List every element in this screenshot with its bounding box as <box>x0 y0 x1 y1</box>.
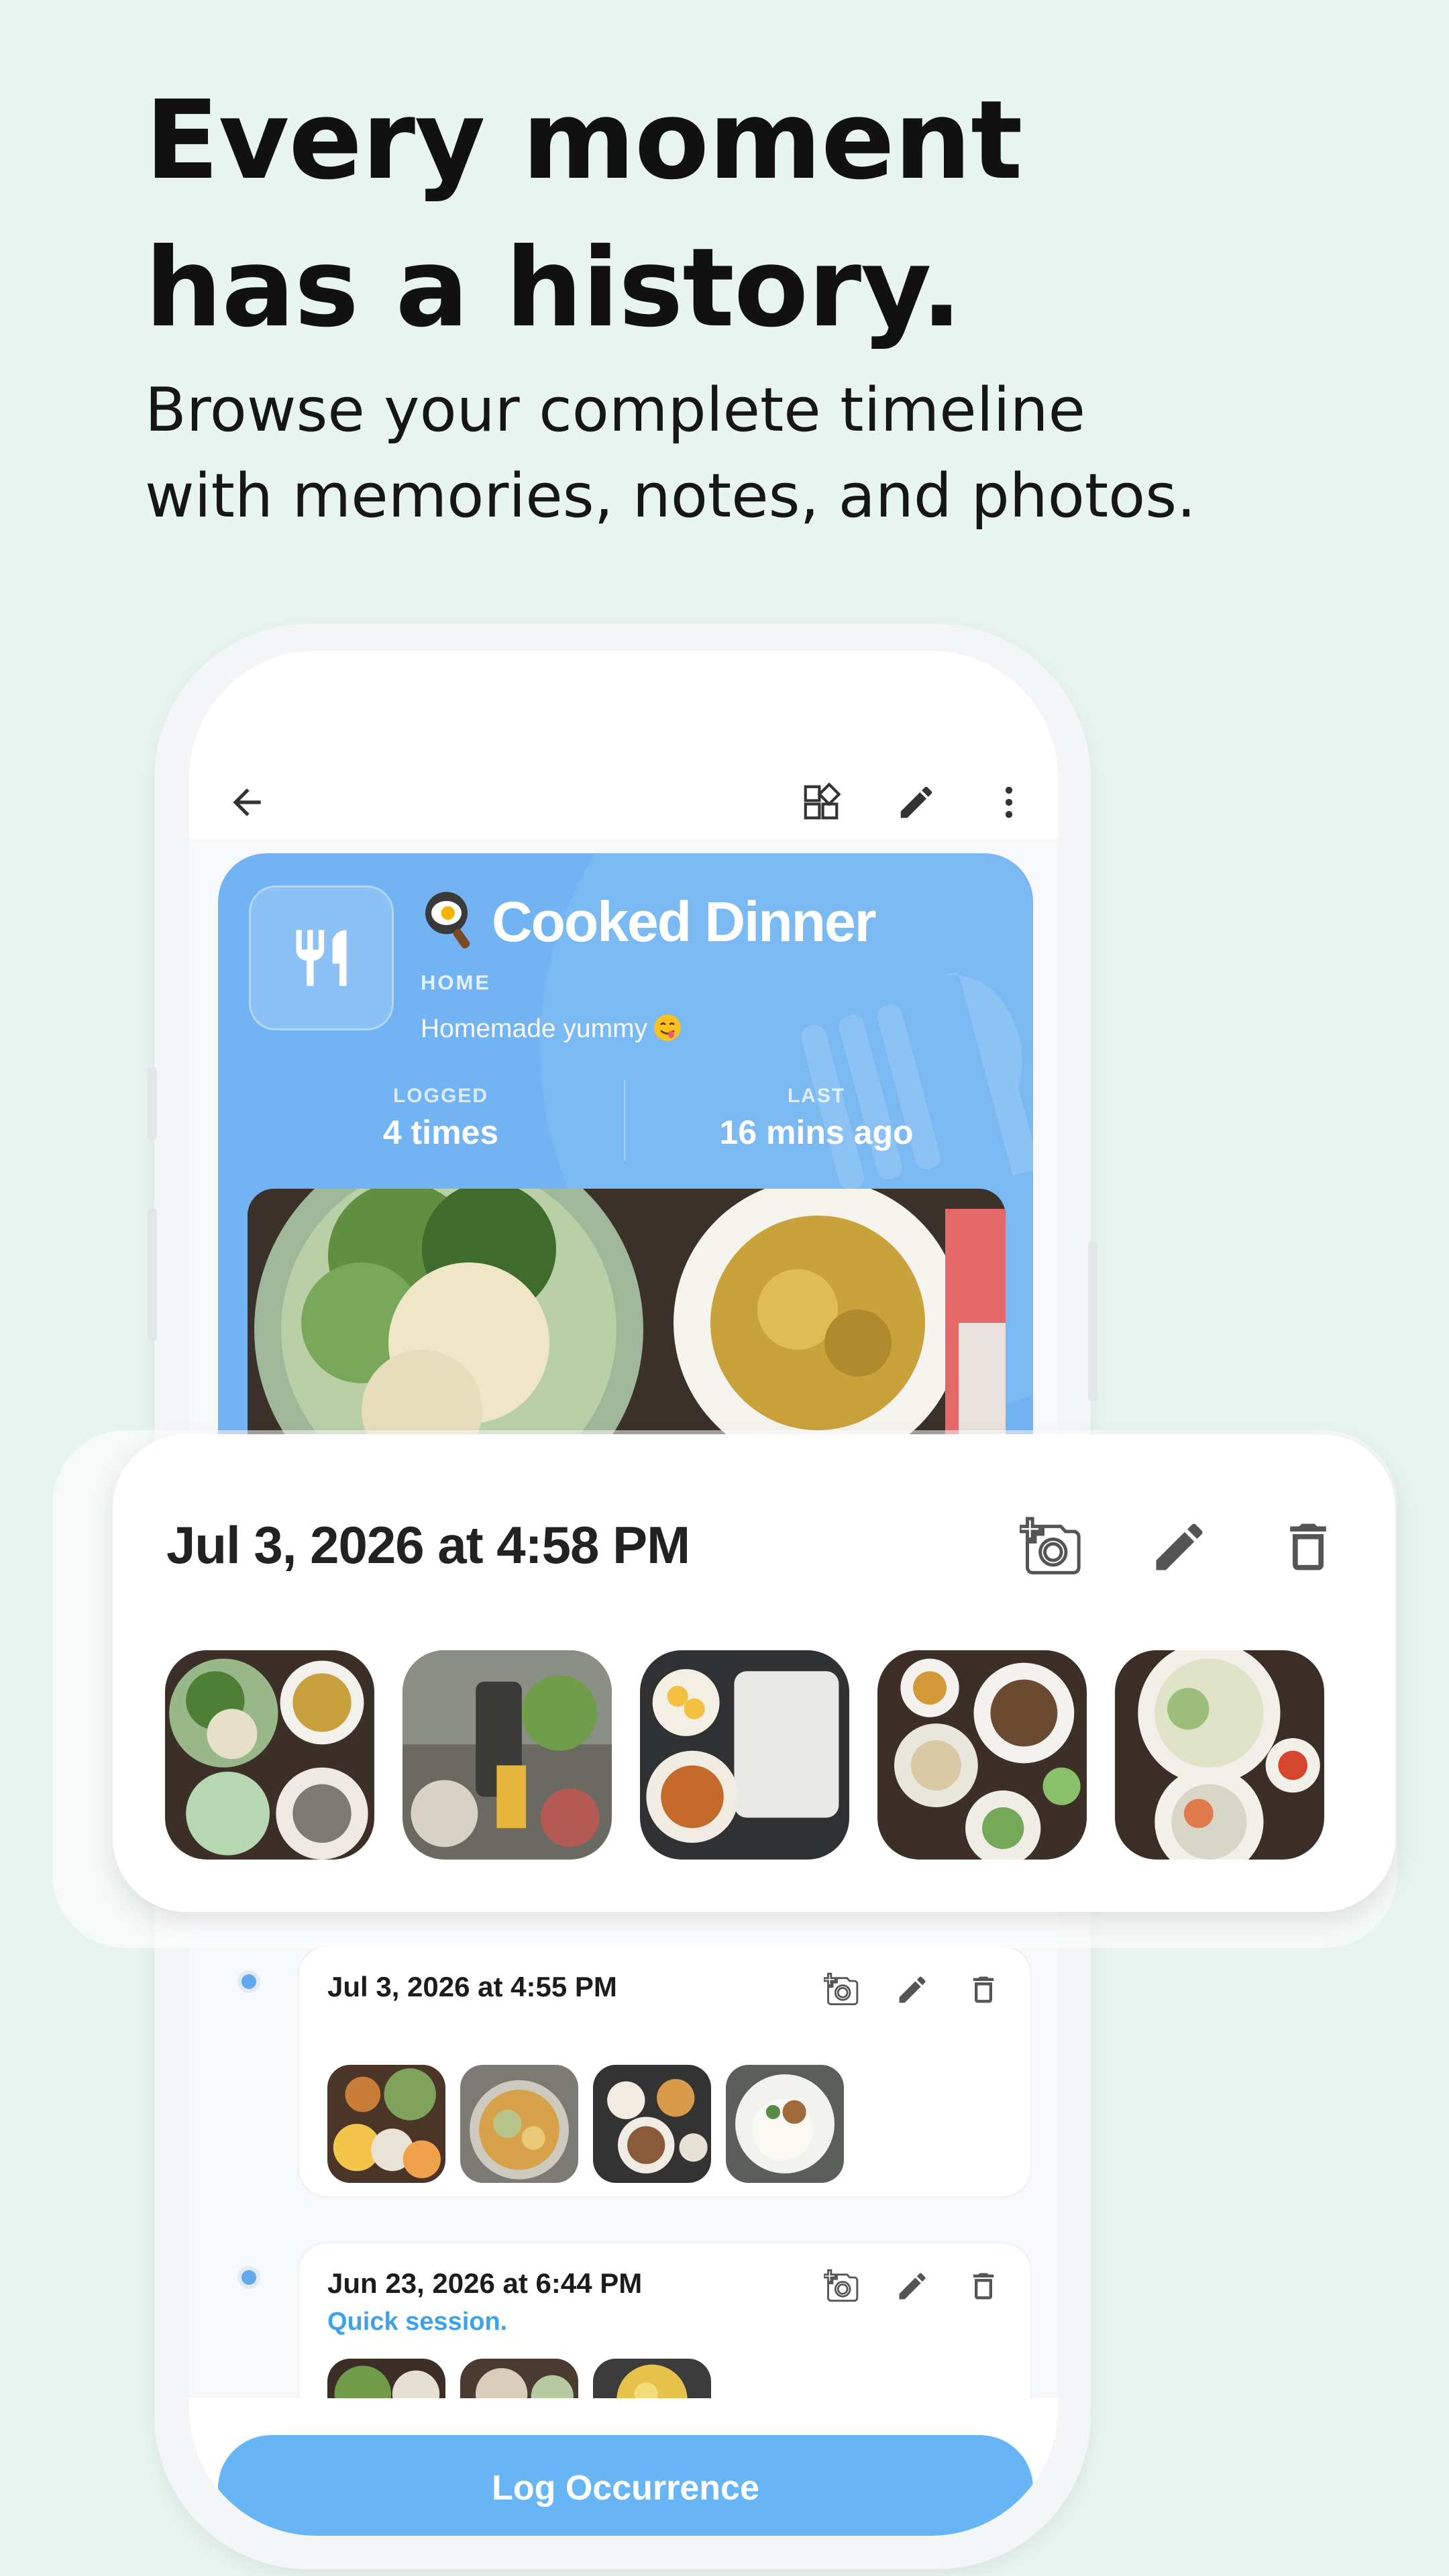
highlight-entry-photos <box>165 1650 1324 1860</box>
stat-last: LAST 16 mins ago <box>629 1085 1004 1152</box>
activity-description-text: Homemade yummy <box>421 1014 648 1043</box>
trash-icon[interactable] <box>963 2266 1004 2306</box>
app-top-bar <box>189 745 1058 859</box>
stat-divider <box>624 1080 625 1161</box>
add-photo-icon[interactable] <box>821 2266 861 2306</box>
stat-value: 4 times <box>382 1114 499 1151</box>
entry-photos <box>327 2065 844 2183</box>
photo-thumbnail[interactable] <box>593 2065 711 2183</box>
stat-value: 16 mins ago <box>719 1114 914 1151</box>
photo-thumbnail[interactable] <box>877 1650 1087 1860</box>
trash-icon[interactable] <box>1275 1513 1342 1580</box>
pencil-icon[interactable] <box>892 1970 932 2010</box>
photo-thumbnail[interactable] <box>640 1650 849 1860</box>
frying-pan-egg-emoji <box>425 892 470 949</box>
entry-date: Jul 3, 2026 at 4:55 PM <box>327 1971 617 2002</box>
add-photo-icon[interactable] <box>1017 1513 1084 1580</box>
photo-thumbnail[interactable] <box>402 1650 612 1860</box>
highlight-entry-date: Jul 3, 2026 at 4:58 PM <box>166 1515 690 1574</box>
subhead-line-1: Browse your complete timeline <box>145 375 1086 445</box>
category-icon-box <box>249 885 394 1030</box>
more-vert-icon[interactable] <box>985 778 1033 826</box>
activity-title-text: Cooked Dinner <box>492 890 876 953</box>
trash-icon[interactable] <box>963 1970 1004 2010</box>
promo-headline: Every moment has a history. <box>145 67 1023 362</box>
arrow-left-icon[interactable] <box>223 778 271 826</box>
entry-date: Jun 23, 2026 at 6:44 PM <box>327 2267 643 2299</box>
timeline-dot <box>241 1974 256 1989</box>
add-photo-icon[interactable] <box>821 1970 861 2010</box>
fork-knife-icon <box>296 930 347 986</box>
pencil-icon[interactable] <box>1146 1513 1213 1580</box>
activity-title: Cooked Dinner <box>419 881 876 962</box>
phone-side-button <box>1088 1241 1097 1402</box>
timeline-entry[interactable]: Jul 3, 2026 at 4:55 PM <box>298 1945 1032 2198</box>
activity-category: HOME <box>421 971 491 994</box>
fork-knife-watermark-icon <box>800 971 1033 1190</box>
highlighted-entry-card[interactable]: Jul 3, 2026 at 4:58 PM <box>113 1434 1395 1912</box>
photo-thumbnail[interactable] <box>327 2065 445 2183</box>
promo-subhead: Browse your complete timeline with memor… <box>145 368 1196 539</box>
headline-line-1: Every moment <box>145 78 1023 204</box>
entry-actions <box>821 2266 1004 2306</box>
subhead-line-2: with memories, notes, and photos. <box>145 461 1196 531</box>
pencil-icon[interactable] <box>892 778 941 826</box>
highlight-entry-actions <box>1017 1513 1342 1580</box>
phone-side-button <box>148 1067 157 1140</box>
stat-logged: LOGGED 4 times <box>253 1085 629 1152</box>
photo-thumbnail[interactable] <box>1115 1650 1324 1860</box>
timeline-dot <box>241 2270 256 2285</box>
entry-note: Quick session. <box>327 2308 508 2336</box>
face-savoring-food-emoji <box>654 1014 681 1041</box>
stat-label: LAST <box>787 1085 846 1107</box>
photo-thumbnail[interactable] <box>726 2065 844 2183</box>
headline-line-2: has a history. <box>145 225 962 352</box>
log-occurrence-button[interactable]: Log Occurrence <box>218 2435 1033 2536</box>
activity-description: Homemade yummy <box>421 1013 682 1044</box>
entry-actions <box>821 1970 1004 2010</box>
widgets-icon[interactable] <box>797 778 845 826</box>
phone-side-button <box>148 1208 157 1342</box>
stat-label: LOGGED <box>392 1085 488 1107</box>
photo-thumbnail[interactable] <box>460 2065 578 2183</box>
pencil-icon[interactable] <box>892 2266 932 2306</box>
photo-thumbnail[interactable] <box>165 1650 374 1860</box>
